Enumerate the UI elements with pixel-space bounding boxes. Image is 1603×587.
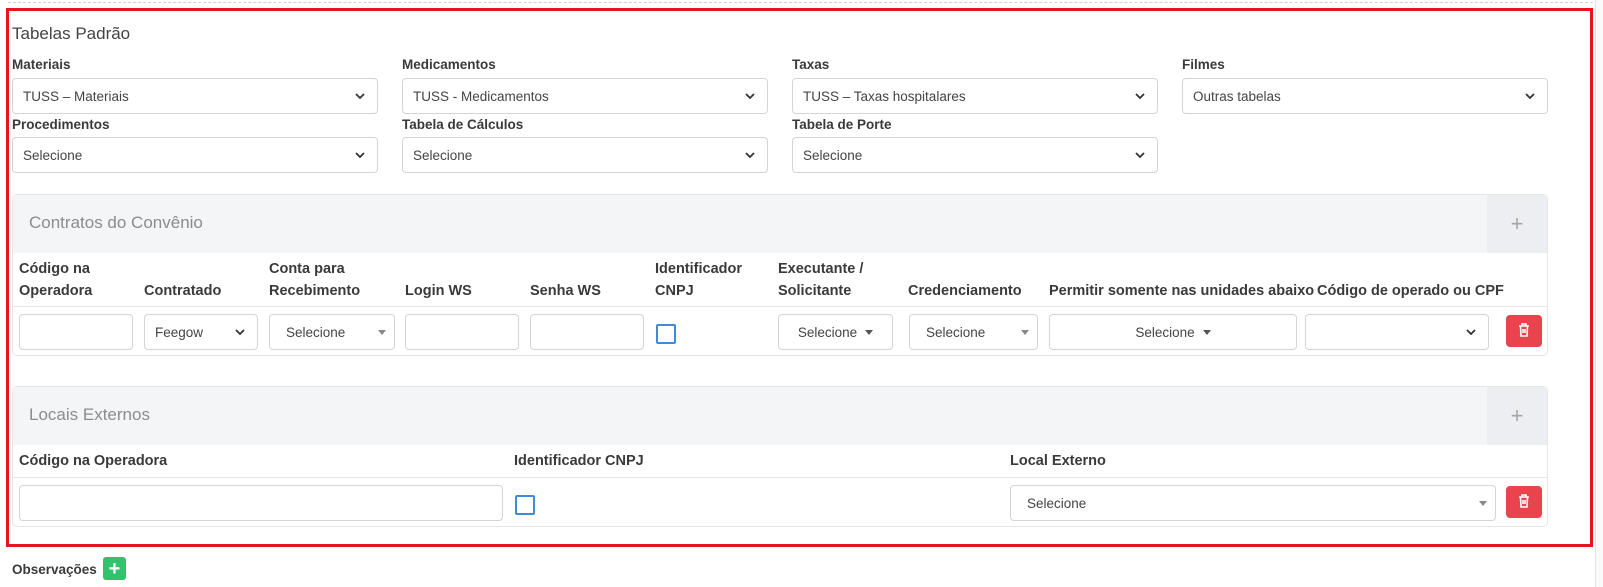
chevron-down-icon (353, 148, 367, 162)
executante-select[interactable]: Selecione (778, 314, 893, 350)
add-local-button[interactable]: + (1487, 387, 1547, 445)
chevron-down-icon (353, 89, 367, 103)
caret-down-icon (1021, 329, 1029, 335)
tabela-calculos-value: Selecione (413, 147, 473, 163)
contratado-select[interactable]: Feegow (144, 314, 258, 350)
medicamentos-value: TUSS - Medicamentos (413, 88, 549, 104)
caret-down-icon (1202, 329, 1211, 335)
login-ws-input[interactable] (405, 314, 519, 350)
contratos-panel: Contratos do Convênio + Código na Operad… (12, 194, 1548, 356)
procedimentos-value: Selecione (23, 147, 83, 163)
observacoes-label: Observações (12, 562, 97, 577)
tabela-porte-select[interactable]: Selecione (792, 137, 1158, 173)
scrollbar[interactable] (1595, 0, 1603, 587)
local-externo-value: Selecione (1027, 495, 1087, 511)
chevron-down-icon (1133, 148, 1147, 162)
materiais-value: TUSS – Materiais (23, 88, 129, 104)
locais-panel-header: Locais Externos + (13, 387, 1547, 445)
contratos-title: Contratos do Convênio (29, 213, 203, 232)
th-codigo-cpf: Código de operado ou CPF (1317, 283, 1504, 299)
caret-down-icon (1479, 500, 1487, 506)
codigo-cpf-select[interactable] (1305, 314, 1489, 350)
plus-icon: + (108, 557, 121, 580)
th-codigo-operadora: Código na Operadora (19, 453, 168, 469)
th-login-ws: Login WS (405, 283, 472, 299)
th-identificador-cnpj: Identificador CNPJ (655, 261, 743, 299)
contratado-value: Feegow (155, 324, 204, 340)
senha-ws-input[interactable] (530, 314, 644, 350)
trash-icon (1517, 322, 1531, 341)
locais-header-divider (13, 477, 1547, 478)
taxas-label: Taxas (792, 57, 830, 72)
tabela-porte-label: Tabela de Porte (792, 117, 892, 132)
plus-icon: + (1510, 211, 1524, 236)
taxas-select[interactable]: TUSS – Taxas hospitalares (792, 78, 1158, 114)
tabela-porte-value: Selecione (803, 147, 863, 163)
chevron-down-icon (1464, 325, 1478, 339)
conta-recebimento-select[interactable]: Selecione (269, 314, 395, 350)
contratos-panel-header: Contratos do Convênio + (13, 195, 1547, 253)
th-codigo-operadora: Código na Operadora (19, 261, 93, 299)
chevron-down-icon (743, 89, 757, 103)
th-permitir-unidades: Permitir somente nas unidades abaixo (1049, 283, 1315, 299)
executante-value: Selecione (797, 324, 858, 340)
add-contrato-button[interactable]: + (1487, 195, 1547, 253)
chevron-down-icon (1133, 89, 1147, 103)
materiais-select[interactable]: TUSS – Materiais (12, 78, 378, 114)
locais-title: Locais Externos (29, 405, 150, 424)
credenciamento-value: Selecione (926, 324, 986, 340)
credenciamento-select[interactable]: Selecione (909, 314, 1038, 350)
procedimentos-label: Procedimentos (12, 117, 110, 132)
top-dashed-divider (8, 2, 1593, 3)
chevron-down-icon (1523, 89, 1537, 103)
procedimentos-select[interactable]: Selecione (12, 137, 378, 173)
th-contratado: Contratado (144, 283, 222, 299)
codigo-operadora-input[interactable] (19, 314, 133, 350)
tabela-calculos-label: Tabela de Cálculos (402, 117, 524, 132)
taxas-value: TUSS – Taxas hospitalares (803, 88, 966, 104)
chevron-down-icon (743, 148, 757, 162)
contratos-header-divider (13, 306, 1547, 307)
identificador-cnpj-checkbox[interactable] (656, 324, 676, 344)
locais-panel: Locais Externos + Código na Operadora Id… (12, 386, 1548, 527)
caret-down-icon (378, 329, 386, 335)
th-senha-ws: Senha WS (530, 283, 601, 299)
medicamentos-label: Medicamentos (402, 57, 496, 72)
tabelas-padrao-title: Tabelas Padrão (12, 24, 131, 43)
local-codigo-operadora-input[interactable] (19, 485, 503, 521)
th-credenciamento: Credenciamento (908, 283, 1022, 299)
delete-contrato-button[interactable] (1506, 315, 1542, 347)
filmes-value: Outras tabelas (1193, 88, 1281, 104)
unidades-value: Selecione (1135, 324, 1195, 340)
local-externo-select[interactable]: Selecione (1010, 485, 1496, 521)
plus-icon: + (1510, 403, 1524, 428)
filmes-label: Filmes (1182, 57, 1225, 72)
trash-icon (1517, 493, 1531, 512)
materiais-label: Materiais (12, 57, 71, 72)
caret-down-icon (865, 329, 874, 335)
add-observacao-button[interactable]: + (103, 557, 126, 580)
unidades-select[interactable]: Selecione (1049, 314, 1297, 350)
th-local-externo: Local Externo (1010, 453, 1106, 469)
th-identificador-cnpj: Identificador CNPJ (514, 453, 644, 469)
th-executante-solicitante: Executante / Solicitante (778, 261, 864, 299)
conta-recebimento-value: Selecione (286, 324, 346, 340)
medicamentos-select[interactable]: TUSS - Medicamentos (402, 78, 768, 114)
chevron-down-icon (233, 325, 247, 339)
delete-local-button[interactable] (1506, 486, 1542, 518)
local-identificador-cnpj-checkbox[interactable] (515, 495, 535, 515)
tabela-calculos-select[interactable]: Selecione (402, 137, 768, 173)
th-conta-recebimento: Conta para Recebimento (269, 261, 361, 299)
filmes-select[interactable]: Outras tabelas (1182, 78, 1548, 114)
